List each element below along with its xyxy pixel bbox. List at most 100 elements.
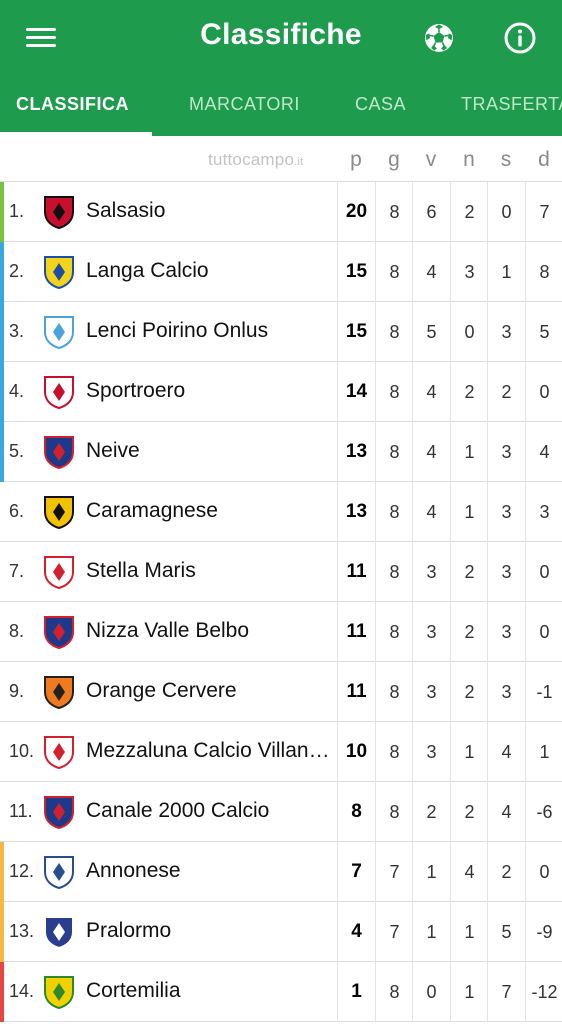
zone-indicator xyxy=(0,542,4,602)
zone-indicator xyxy=(0,782,4,842)
stat-won: 1 xyxy=(412,902,450,962)
stat-points: 4 xyxy=(337,902,375,962)
stat-won: 4 xyxy=(412,242,450,302)
column-header-won[interactable]: v xyxy=(412,148,450,172)
stat-lost: 3 xyxy=(487,482,525,542)
team-name[interactable]: Pralormo xyxy=(86,919,331,943)
table-row[interactable]: 6. Caramagnese 13 8 4 1 3 3 xyxy=(0,482,562,542)
sportroero-crest-icon xyxy=(42,374,76,410)
position-label: 3. xyxy=(9,321,25,341)
standings-table: 1. Salsasio 20 8 6 2 0 7 2. Langa Calcio 15 8 4 3 1 8 3.… xyxy=(0,182,562,1022)
team-name[interactable]: Stella Maris xyxy=(86,559,331,583)
team-name[interactable]: Nizza Valle Belbo xyxy=(86,619,331,643)
team-name[interactable]: Canale 2000 Calcio xyxy=(86,799,331,823)
position-label: 1. xyxy=(9,201,25,221)
team-name[interactable]: Sportroero xyxy=(86,379,331,403)
table-row[interactable]: 1. Salsasio 20 8 6 2 0 7 xyxy=(0,182,562,242)
stat-lost: 3 xyxy=(487,542,525,602)
stat-won: 6 xyxy=(412,182,450,242)
table-row[interactable]: 13. Pralormo 4 7 1 1 5 -9 xyxy=(0,902,562,962)
mezzaluna-crest-icon xyxy=(42,734,76,770)
position-label: 7. xyxy=(9,561,25,581)
salsasio-crest-icon xyxy=(42,194,76,230)
team-name[interactable]: Neive xyxy=(86,439,331,463)
table-row[interactable]: 10. Mezzaluna Calcio Villanova 10 8 3 1 4 1 xyxy=(0,722,562,782)
team-name[interactable]: Salsasio xyxy=(86,199,331,223)
soccer-ball-icon[interactable] xyxy=(422,21,456,55)
team-name[interactable]: Orange Cervere xyxy=(86,679,331,703)
stat-played: 8 xyxy=(375,482,413,542)
zone-indicator xyxy=(0,962,4,1022)
stat-points: 8 xyxy=(337,782,375,842)
table-row[interactable]: 11. Canale 2000 Calcio 8 8 2 2 4 -6 xyxy=(0,782,562,842)
tab-marcatori[interactable]: MARCATORI xyxy=(189,94,300,115)
column-header-drawn[interactable]: n xyxy=(450,148,488,172)
column-header-lost[interactable]: s xyxy=(487,148,525,172)
table-row[interactable]: 3. Lenci Poirino Onlus 15 8 5 0 3 5 xyxy=(0,302,562,362)
stat-points: 15 xyxy=(337,302,375,362)
neive-crest-icon xyxy=(42,434,76,470)
stat-drawn: 2 xyxy=(450,362,488,422)
column-header-played[interactable]: g xyxy=(375,148,413,172)
table-row[interactable]: 8. Nizza Valle Belbo 11 8 3 2 3 0 xyxy=(0,602,562,662)
lenci-crest-icon xyxy=(42,314,76,350)
stat-lost: 3 xyxy=(487,662,525,722)
stat-points: 11 xyxy=(337,602,375,662)
table-header: tuttocampo.it p g v n s d xyxy=(0,136,562,182)
tab-casa[interactable]: CASA xyxy=(355,94,406,115)
stat-goal-difference: -1 xyxy=(525,662,562,722)
stat-won: 0 xyxy=(412,962,450,1022)
stat-played: 8 xyxy=(375,962,413,1022)
position-label: 14. xyxy=(9,981,35,1001)
annonese-crest-icon xyxy=(42,854,76,890)
stat-drawn: 1 xyxy=(450,482,488,542)
info-icon[interactable] xyxy=(503,21,537,55)
stat-won: 3 xyxy=(412,602,450,662)
stat-lost: 3 xyxy=(487,602,525,662)
table-row[interactable]: 14. Cortemilia 1 8 0 1 7 -12 xyxy=(0,962,562,1022)
team-name[interactable]: Cortemilia xyxy=(86,979,331,1003)
stat-points: 20 xyxy=(337,182,375,242)
tab-trasferta[interactable]: TRASFERTA xyxy=(461,94,562,115)
pralormo-crest-icon xyxy=(42,914,76,950)
stat-played: 7 xyxy=(375,902,413,962)
stat-drawn: 4 xyxy=(450,842,488,902)
stat-won: 3 xyxy=(412,662,450,722)
table-row[interactable]: 4. Sportroero 14 8 4 2 2 0 xyxy=(0,362,562,422)
column-header-goal-difference[interactable]: d xyxy=(525,148,562,172)
column-header-points[interactable]: p xyxy=(337,148,375,172)
brand-name: tuttocampo xyxy=(208,150,295,169)
tab-classifica[interactable]: CLASSIFICA xyxy=(16,94,129,115)
zone-indicator xyxy=(0,722,4,782)
team-name[interactable]: Mezzaluna Calcio Villanova xyxy=(86,739,331,763)
stat-won: 2 xyxy=(412,782,450,842)
app-header: Classifiche CLASSIFICA MARCATORI CASA TR… xyxy=(0,0,562,136)
stat-goal-difference: 3 xyxy=(525,482,562,542)
table-row[interactable]: 2. Langa Calcio 15 8 4 3 1 8 xyxy=(0,242,562,302)
zone-indicator xyxy=(0,302,4,362)
stat-points: 7 xyxy=(337,842,375,902)
table-row[interactable]: 9. Orange Cervere 11 8 3 2 3 -1 xyxy=(0,662,562,722)
stat-lost: 4 xyxy=(487,722,525,782)
nizza-crest-icon xyxy=(42,614,76,650)
team-name[interactable]: Caramagnese xyxy=(86,499,331,523)
stat-goal-difference: 4 xyxy=(525,422,562,482)
stat-drawn: 3 xyxy=(450,242,488,302)
stat-lost: 2 xyxy=(487,362,525,422)
stat-drawn: 1 xyxy=(450,902,488,962)
stat-played: 8 xyxy=(375,182,413,242)
stat-lost: 3 xyxy=(487,302,525,362)
position-label: 9. xyxy=(9,681,25,701)
stat-won: 5 xyxy=(412,302,450,362)
zone-indicator xyxy=(0,182,4,242)
table-row[interactable]: 5. Neive 13 8 4 1 3 4 xyxy=(0,422,562,482)
brand-suffix: .it xyxy=(294,156,304,168)
table-row[interactable]: 12. Annonese 7 7 1 4 2 0 xyxy=(0,842,562,902)
team-name[interactable]: Lenci Poirino Onlus xyxy=(86,319,331,343)
team-name[interactable]: Langa Calcio xyxy=(86,259,331,283)
stat-played: 8 xyxy=(375,242,413,302)
canale-crest-icon xyxy=(42,794,76,830)
table-row[interactable]: 7. Stella Maris 11 8 3 2 3 0 xyxy=(0,542,562,602)
team-name[interactable]: Annonese xyxy=(86,859,331,883)
stat-drawn: 1 xyxy=(450,962,488,1022)
